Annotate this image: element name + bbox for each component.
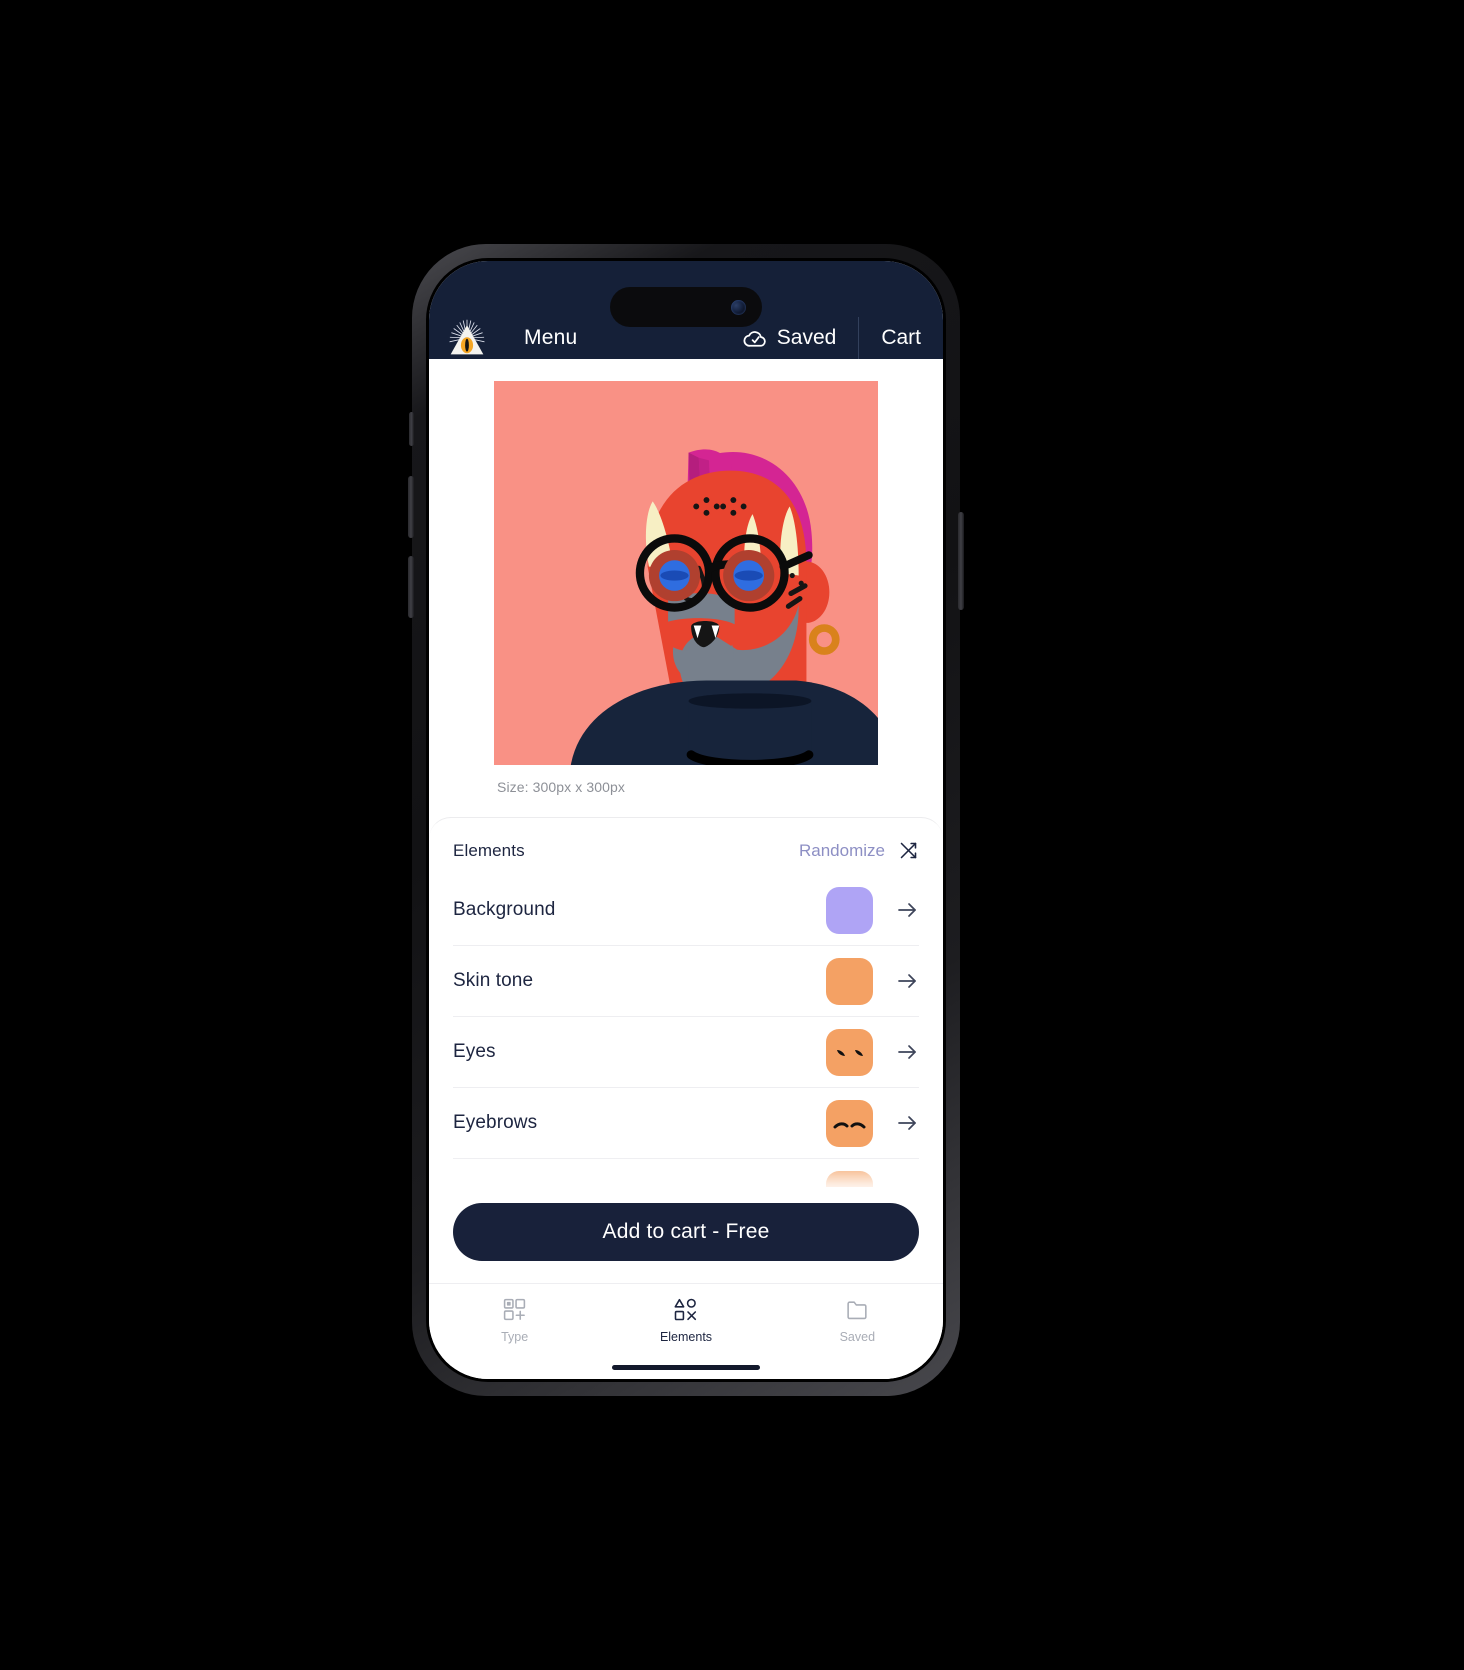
element-row-eyes[interactable]: Eyes <box>453 1017 919 1088</box>
home-indicator[interactable] <box>612 1365 760 1370</box>
front-camera-icon <box>731 299 746 315</box>
element-row-right <box>826 1028 919 1076</box>
phone-device-frame: Menu Saved Cart Size: 300px x 300px Elem… <box>408 244 964 1396</box>
arrow-right-icon[interactable] <box>895 969 919 993</box>
element-row-right <box>826 1099 919 1147</box>
phone-bezel: Menu Saved Cart Size: 300px x 300px Elem… <box>426 258 946 1382</box>
header-actions: Saved Cart <box>743 317 943 359</box>
tab-label: Type <box>501 1330 529 1344</box>
element-swatch-background[interactable] <box>826 886 873 934</box>
element-swatch-eyebrows[interactable] <box>826 1099 873 1147</box>
element-label: Eyes <box>453 1041 496 1062</box>
avatar-preview-image[interactable] <box>494 381 878 765</box>
element-label: Background <box>453 899 556 920</box>
phone-screen: Menu Saved Cart Size: 300px x 300px Elem… <box>429 261 943 1379</box>
shapes-plus-icon <box>502 1297 527 1322</box>
tab-type[interactable]: Type <box>429 1297 600 1344</box>
saved-label: Saved <box>776 326 837 349</box>
element-label: Eyebrows <box>453 1112 538 1133</box>
shapes-grid-icon <box>673 1297 698 1322</box>
dynamic-island <box>610 287 762 327</box>
arrow-right-icon[interactable] <box>895 898 919 922</box>
cart-button[interactable]: Cart <box>859 317 943 359</box>
volume-up-button[interactable] <box>408 476 414 538</box>
arrow-right-icon[interactable] <box>895 1040 919 1064</box>
cloud-check-icon <box>743 326 768 351</box>
silent-switch[interactable] <box>409 412 414 446</box>
tab-label: Saved <box>839 1330 876 1344</box>
cart-action-bar: Add to cart - Free <box>429 1187 943 1283</box>
element-row-right <box>826 886 919 934</box>
saved-button[interactable]: Saved <box>743 317 859 359</box>
randomize-button[interactable]: Randomize <box>799 840 919 861</box>
element-row-eyebrows[interactable]: Eyebrows <box>453 1088 919 1159</box>
element-swatch-skin-tone[interactable] <box>826 957 873 1005</box>
avatar-preview-area: Size: 300px x 300px <box>429 359 943 795</box>
element-label: Skin tone <box>453 970 534 991</box>
tab-label: Elements <box>659 1330 713 1344</box>
eye-triangle-logo-icon[interactable] <box>448 319 486 357</box>
elements-panel: Elements Randomize Background Skin tone … <box>429 817 943 1283</box>
power-button[interactable] <box>958 512 964 610</box>
volume-down-button[interactable] <box>408 556 414 618</box>
folder-icon <box>845 1297 870 1322</box>
add-to-cart-button[interactable]: Add to cart - Free <box>453 1203 919 1261</box>
elements-panel-header: Elements Randomize <box>429 818 943 875</box>
tab-elements[interactable]: Elements <box>600 1297 771 1344</box>
elements-title: Elements <box>453 840 525 860</box>
randomize-label: Randomize <box>799 840 885 860</box>
tab-saved[interactable]: Saved <box>772 1297 943 1344</box>
image-size-label: Size: 300px x 300px <box>497 779 625 795</box>
screenshot-stage: Menu Saved Cart Size: 300px x 300px Elem… <box>0 0 1464 1670</box>
shuffle-icon <box>898 840 919 861</box>
arrow-right-icon[interactable] <box>895 1111 919 1135</box>
cart-label: Cart <box>881 326 921 349</box>
element-row-right <box>826 957 919 1005</box>
menu-label[interactable]: Menu <box>524 326 577 350</box>
element-row-background[interactable]: Background <box>453 875 919 946</box>
element-row-skin-tone[interactable]: Skin tone <box>453 946 919 1017</box>
element-swatch-eyes[interactable] <box>826 1028 873 1076</box>
